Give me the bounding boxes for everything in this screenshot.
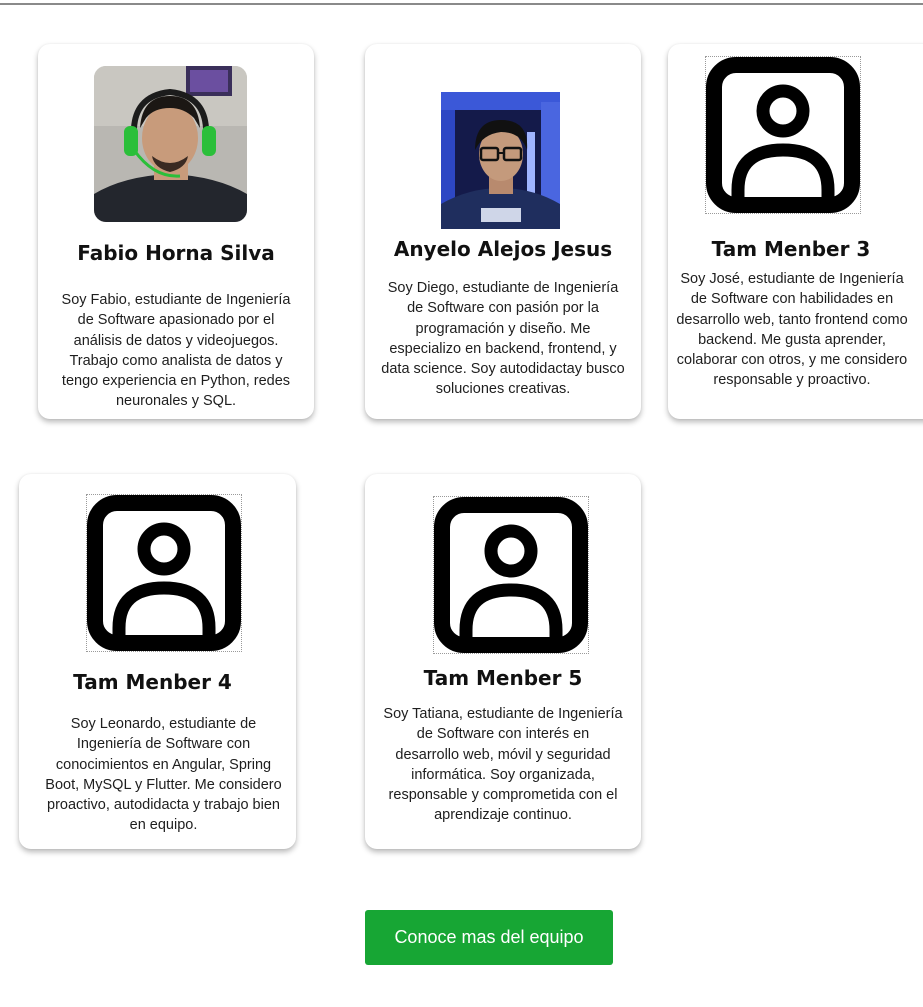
team-card: Tam Menber 5 Soy Tatiana, estudiante de …: [365, 474, 641, 849]
member-name: Tam Menber 4: [73, 670, 232, 694]
user-placeholder-icon: [86, 494, 242, 652]
user-placeholder-icon: [433, 496, 589, 654]
member-description: Soy Fabio, estudiante de Ingeniería de S…: [61, 292, 291, 410]
member-description: Soy Tatiana, estudiante de Ingeniería de…: [383, 706, 623, 824]
member-name: Fabio Horna Silva: [77, 241, 275, 265]
team-card: Anyelo Alejos Jesus Soy Diego, estudiant…: [365, 44, 641, 419]
member-name: Tam Menber 5: [423, 666, 583, 690]
team-card: Fabio Horna Silva Soy Fabio, estudiante …: [38, 44, 314, 419]
team-card: Tam Menber 4 Soy Leonardo, estudiante de…: [19, 474, 296, 849]
top-divider: [0, 3, 923, 5]
member-photo: [441, 92, 560, 229]
member-description: Soy Diego, estudiante de Ingeniería de S…: [381, 280, 625, 398]
member-description: Soy Leonardo, estudiante de Ingeniería d…: [45, 716, 282, 834]
member-name: Anyelo Alejos Jesus: [393, 237, 613, 261]
team-card: Tam Menber 3 Soy José, estudiante de Ing…: [668, 44, 923, 419]
know-more-team-button[interactable]: Conoce mas del equipo: [365, 910, 613, 965]
user-placeholder-icon: [705, 56, 861, 214]
member-description: Soy José, estudiante de Ingeniería de So…: [676, 271, 908, 389]
member-name: Tam Menber 3: [711, 237, 871, 261]
member-photo: [94, 66, 247, 222]
